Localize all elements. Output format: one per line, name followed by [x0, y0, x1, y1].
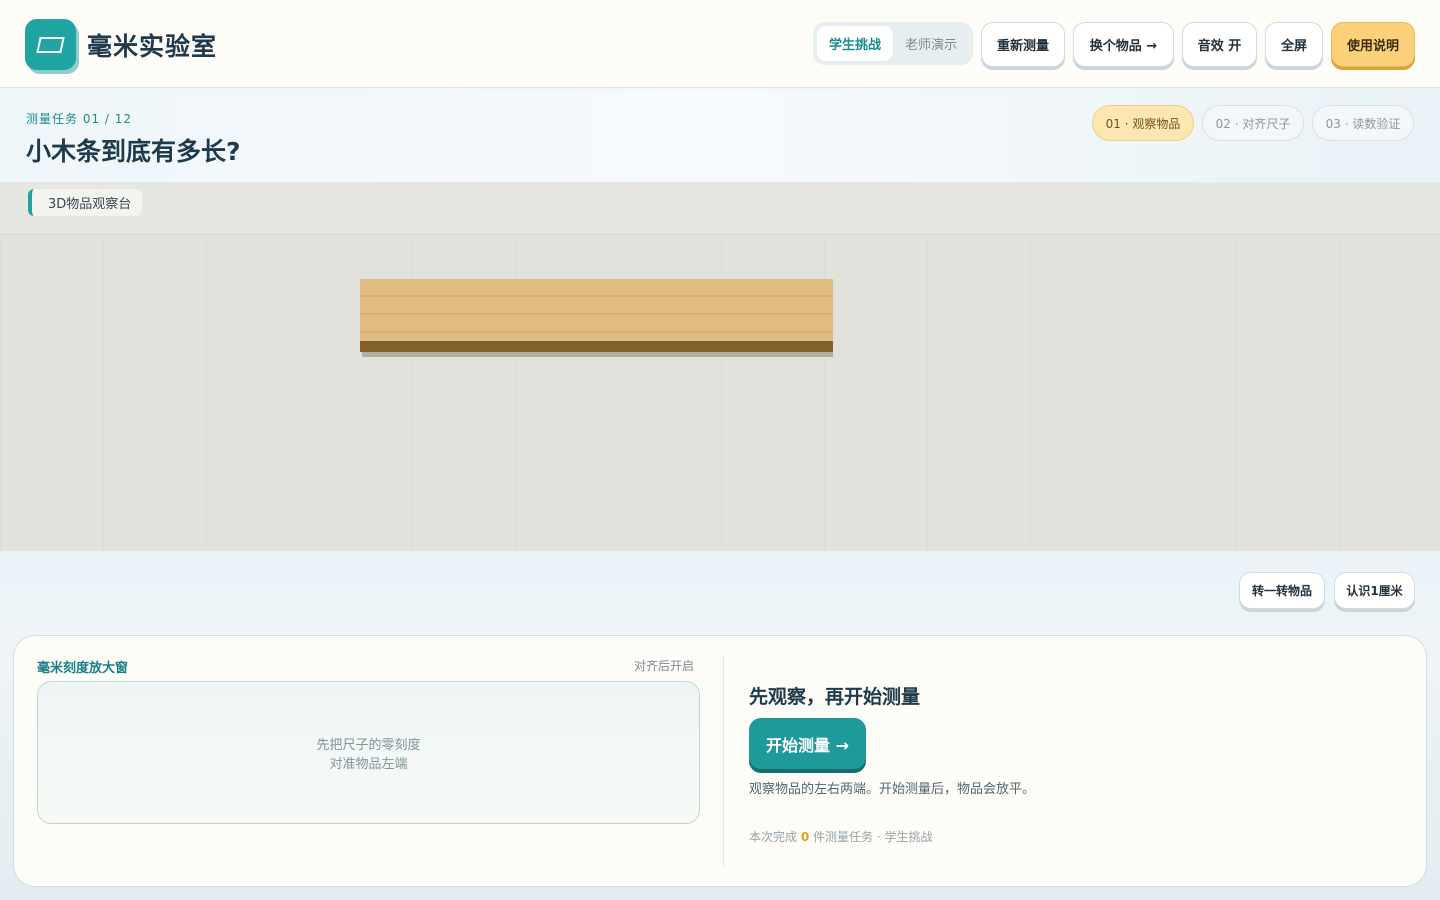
observe-description: 观察物品的左右两端。开始测量后，物品会放平。	[749, 782, 1036, 797]
learn-centimeter-button[interactable]: 认识1厘米	[1334, 572, 1415, 609]
mode-teacher[interactable]: 老师演示	[893, 26, 969, 61]
mode-student[interactable]: 学生挑战	[817, 26, 893, 61]
mode-switch: 学生挑战 老师演示	[813, 22, 973, 65]
stage-tag: 3D物品观察台	[28, 189, 143, 216]
stat-count: 0	[800, 830, 810, 844]
task-title: 小木条到底有多长?	[26, 137, 241, 166]
start-measure-button[interactable]: 开始测量 →	[749, 718, 866, 769]
fullscreen-button[interactable]: 全屏	[1265, 22, 1323, 67]
remeasure-button[interactable]: 重新测量	[981, 22, 1065, 67]
sound-toggle-button[interactable]: 音效 开	[1182, 22, 1257, 67]
app-title: 毫米实验室	[87, 32, 218, 61]
wood-front-edge	[360, 341, 833, 352]
observation-stage[interactable]: 3D物品观察台	[0, 182, 1440, 551]
task-progress-label: 测量任务 01 / 12	[26, 112, 133, 126]
parallelogram-icon	[36, 37, 65, 53]
panel-divider	[723, 655, 724, 867]
switch-item-button[interactable]: 换个物品 →	[1073, 22, 1174, 67]
stat-prefix: 本次完成	[749, 830, 798, 844]
magnifier-title: 毫米刻度放大窗	[37, 661, 129, 676]
step-observe[interactable]: 01 · 观察物品	[1092, 105, 1194, 141]
magnifier-hint-line1: 先把尺子的零刻度	[316, 738, 421, 753]
magnifier-hint-line2: 对准物品左端	[329, 757, 408, 772]
magnifier-hint: 先把尺子的零刻度 对准物品左端	[37, 736, 700, 774]
wood-shadow	[362, 352, 833, 357]
rotate-object-button[interactable]: 转一转物品	[1239, 572, 1325, 609]
stat-suffix: 件测量任务 · 学生挑战	[813, 830, 933, 844]
wood-top-face	[360, 279, 833, 341]
help-button[interactable]: 使用说明	[1331, 22, 1415, 67]
app-logo	[25, 19, 76, 70]
magnifier-status: 对齐后开启	[634, 659, 695, 673]
wood-stick[interactable]	[360, 279, 833, 357]
step-verify[interactable]: 03 · 读数验证	[1312, 105, 1414, 141]
completion-stat: 本次完成 0 件测量任务 · 学生挑战	[749, 828, 932, 845]
top-header: 毫米实验室 学生挑战 老师演示 重新测量 换个物品 → 音效 开 全屏 使用说明	[0, 0, 1440, 88]
stage-top-bar	[0, 182, 1440, 235]
observe-title: 先观察，再开始测量	[749, 686, 921, 708]
step-align-ruler[interactable]: 02 · 对齐尺子	[1202, 105, 1304, 141]
